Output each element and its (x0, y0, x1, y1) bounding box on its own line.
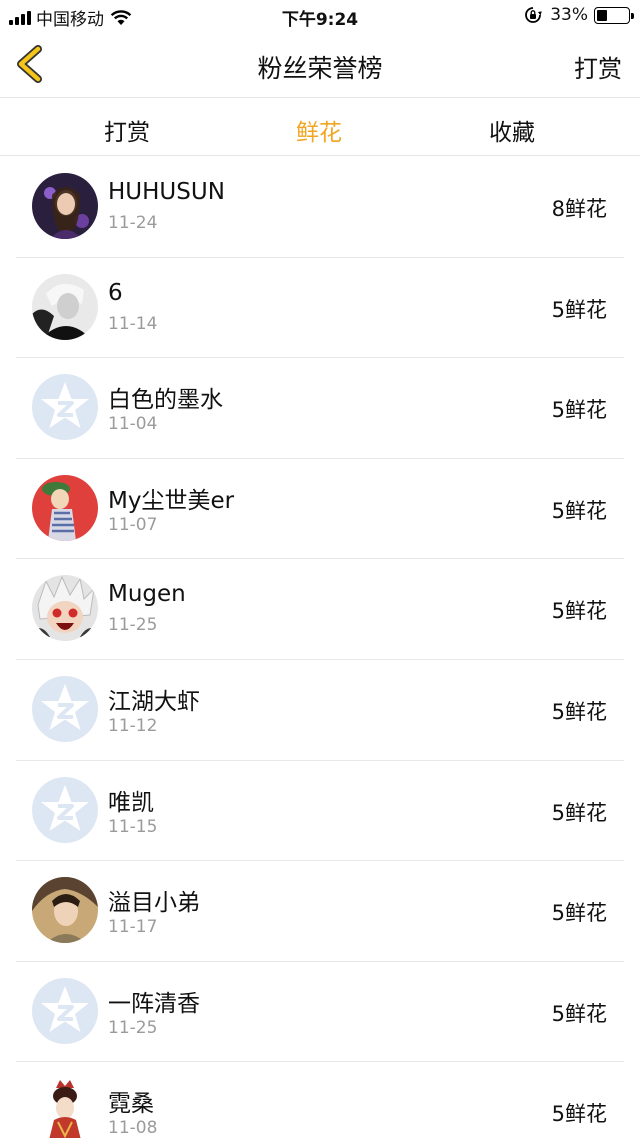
fan-date: 11-12 (108, 715, 158, 736)
flower-count: 5鲜花 (551, 699, 607, 724)
list-item[interactable]: 溢目小弟 11-17 5鲜花 (0, 861, 640, 962)
fan-name: Mugen (108, 581, 186, 608)
flower-count: 5鲜花 (551, 498, 607, 523)
list-item[interactable]: My尘世美er 11-07 5鲜花 (0, 459, 640, 560)
fan-date: 11-25 (108, 1017, 158, 1038)
list-item[interactable]: 唯凯 11-15 5鲜花 (0, 761, 640, 862)
fan-name: 白色的墨水 (108, 387, 223, 414)
fan-date: 11-14 (108, 313, 158, 334)
fan-name: 溢目小弟 (108, 890, 200, 917)
fan-date: 11-17 (108, 917, 158, 938)
battery-percent: 33% (550, 5, 588, 25)
tab-reward[interactable]: 打赏 (67, 113, 187, 147)
fan-name: 一阵清香 (108, 990, 200, 1017)
list-item[interactable]: 6 11-14 5鲜花 (0, 258, 640, 359)
default-avatar-icon[interactable] (32, 374, 98, 441)
avatar[interactable] (32, 575, 98, 642)
flower-count: 5鲜花 (551, 398, 607, 423)
default-avatar-icon[interactable] (32, 675, 98, 742)
list-item[interactable]: HUHUSUN 11-24 8鲜花 (0, 157, 640, 258)
list-item[interactable]: 江湖大虾 11-12 5鲜花 (0, 660, 640, 761)
fan-name: 霓桑 (108, 1091, 154, 1118)
default-avatar-icon[interactable] (32, 977, 98, 1044)
tab-flowers[interactable]: 鲜花 (259, 113, 379, 147)
avatar[interactable] (32, 273, 98, 340)
fan-date: 11-04 (108, 414, 158, 435)
fan-name: My尘世美er (108, 487, 235, 514)
fan-date: 11-15 (108, 816, 158, 837)
list-item[interactable]: Mugen 11-25 5鲜花 (0, 559, 640, 660)
status-bar: 中国移动 下午9:24 33% (0, 0, 640, 32)
flower-count: 5鲜花 (551, 1102, 607, 1127)
flower-count: 5鲜花 (551, 1001, 607, 1026)
nav-bar: 粉丝荣誉榜 打赏 (0, 32, 640, 98)
tab-favorites[interactable]: 收藏 (452, 113, 572, 147)
flower-count: 5鲜花 (551, 800, 607, 825)
list-item[interactable]: 白色的墨水 11-04 5鲜花 (0, 358, 640, 459)
list-item[interactable]: 一阵清香 11-25 5鲜花 (0, 962, 640, 1063)
reward-button[interactable]: 打赏 (574, 49, 622, 84)
flower-count: 5鲜花 (551, 599, 607, 624)
avatar[interactable] (32, 877, 98, 944)
fan-date: 11-24 (108, 213, 158, 233)
fan-date: 11-25 (108, 615, 158, 636)
rotation-lock-icon (525, 7, 543, 23)
fan-name: 6 (108, 279, 123, 306)
avatar[interactable] (32, 474, 98, 541)
battery-icon (594, 6, 634, 24)
flower-count: 5鲜花 (551, 901, 607, 926)
avatar[interactable] (32, 1078, 98, 1138)
flower-count: 8鲜花 (551, 197, 607, 221)
list-item[interactable]: 霓桑 11-08 5鲜花 (0, 1062, 640, 1138)
fan-name: 唯凯 (108, 789, 154, 816)
fan-date: 11-08 (108, 1118, 158, 1138)
status-right: 33% (524, 5, 634, 25)
fan-name: HUHUSUN (108, 179, 225, 205)
tab-bar: 打赏 鲜花 收藏 (0, 99, 640, 156)
flower-count: 5鲜花 (551, 297, 607, 322)
avatar[interactable] (32, 173, 98, 239)
fan-date: 11-07 (108, 514, 158, 535)
default-avatar-icon[interactable] (32, 776, 98, 843)
page-title: 粉丝荣誉榜 (257, 54, 383, 83)
fan-name: 江湖大虾 (108, 688, 200, 715)
fan-list: HUHUSUN 11-24 8鲜花 6 11-14 5鲜花 白色的墨水 11-0… (0, 157, 640, 1138)
